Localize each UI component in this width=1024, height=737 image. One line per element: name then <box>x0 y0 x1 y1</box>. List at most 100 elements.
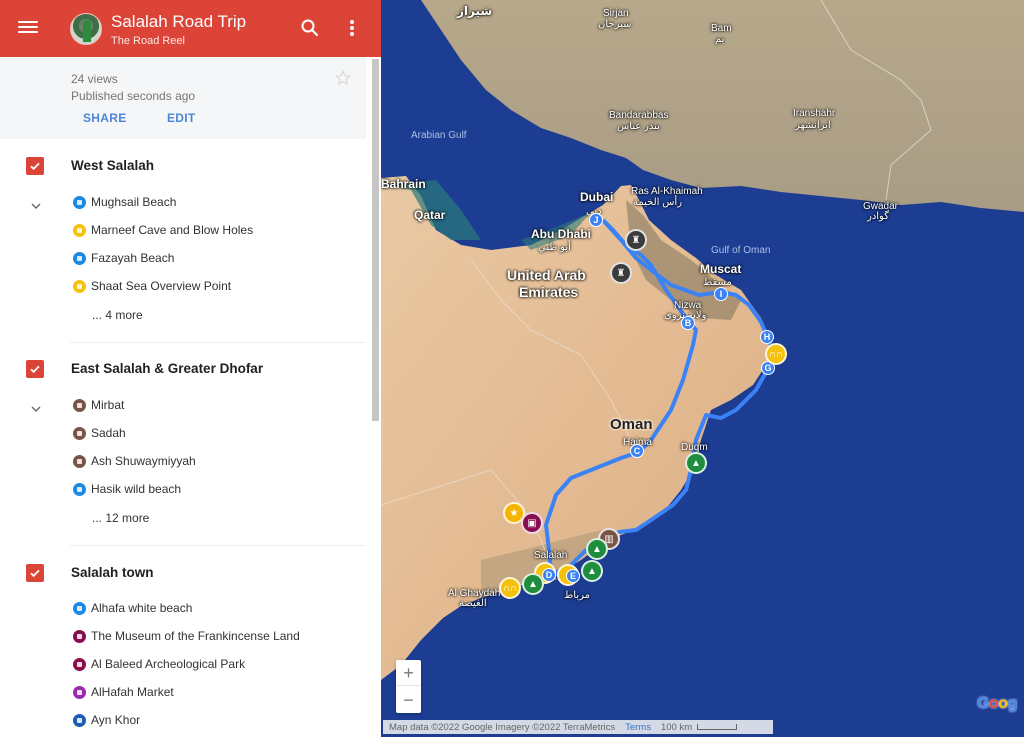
route-marker-h[interactable]: H <box>760 330 774 344</box>
check-icon <box>30 162 40 171</box>
camping-icon: ▲ <box>528 578 538 590</box>
poi-pin-camping[interactable]: ▲ <box>581 560 603 582</box>
chevron-down-icon <box>31 406 41 412</box>
view-count: 24 views <box>71 72 118 86</box>
poi-pin-viewpoint[interactable]: ∩∩ <box>499 577 521 599</box>
map-canvas[interactable]: شيراز Sirjan سيرجان Bam بم Bandarabbas ب… <box>381 0 1024 737</box>
divider <box>70 545 366 546</box>
more-options-button[interactable] <box>340 16 364 40</box>
route-marker-c[interactable]: C <box>630 444 644 458</box>
list-item[interactable]: Marneef Cave and Blow Holes <box>73 220 253 240</box>
list-item[interactable]: AlHafah Market <box>73 682 174 702</box>
layer-title: East Salalah & Greater Dhofar <box>71 361 264 376</box>
city-icon <box>73 426 86 440</box>
waterfall-icon <box>73 713 86 727</box>
more-vert-icon <box>350 20 354 36</box>
museum-icon: ▣ <box>527 517 537 529</box>
beach-icon <box>73 195 86 209</box>
scale-bar[interactable] <box>697 724 738 730</box>
my-maps-app: Salalah Road Trip The Road Reel 24 views… <box>0 0 1024 737</box>
poi-pin-fort[interactable]: ♜ <box>610 262 632 284</box>
star-button[interactable] <box>334 69 352 87</box>
route-marker-j[interactable]: J <box>589 213 603 227</box>
list-item[interactable]: Mirbat <box>73 395 124 415</box>
museum-icon <box>73 657 86 671</box>
zoom-out-button[interactable]: − <box>396 687 421 713</box>
binoculars-icon <box>73 279 86 293</box>
beach-icon <box>73 482 86 496</box>
poi-pin-camping[interactable]: ▲ <box>586 538 608 560</box>
scrollbar-thumb[interactable] <box>372 59 379 421</box>
layer-title: Salalah town <box>71 565 154 580</box>
layer-salalah-town: Salalah town Alhafa white beach The Muse… <box>0 545 366 737</box>
share-button[interactable]: SHARE <box>83 111 127 125</box>
beach-icon <box>73 251 86 265</box>
zoom-in-button[interactable]: + <box>396 660 421 686</box>
city-icon <box>73 454 86 468</box>
map-author[interactable]: The Road Reel <box>111 35 185 47</box>
attribution-text: Map data ©2022 Google Imagery ©2022 Terr… <box>389 721 616 733</box>
map-title: Salalah Road Trip <box>111 12 247 31</box>
route-marker-d-overlay[interactable]: D <box>542 568 556 582</box>
layer-west-salalah: West Salalah Mughsail Beach Marneef Cave… <box>0 139 366 344</box>
google-logo: Goog <box>977 695 1017 712</box>
star-icon: ★ <box>509 507 519 519</box>
check-icon <box>30 569 40 578</box>
list-item[interactable]: Mughsail Beach <box>73 192 176 212</box>
list-item[interactable]: Ash Shuwaymiyyah <box>73 451 196 471</box>
layer-checkbox[interactable] <box>26 157 44 175</box>
layer-checkbox[interactable] <box>26 564 44 582</box>
layer-checkbox[interactable] <box>26 360 44 378</box>
published-status: Published seconds ago <box>71 89 196 103</box>
show-more-link[interactable]: ... 4 more <box>92 308 143 322</box>
collapse-layer-button[interactable] <box>29 402 43 416</box>
list-item[interactable]: Shaat Sea Overview Point <box>73 276 231 296</box>
poi-pin-viewpoint[interactable]: ∩∩ <box>765 343 787 365</box>
scale-label[interactable]: 100 km <box>661 722 692 733</box>
show-more-link[interactable]: ... 12 more <box>92 511 149 525</box>
divider <box>70 342 366 343</box>
legend-scrollbar[interactable] <box>371 57 381 737</box>
satellite-basemap <box>381 0 1024 737</box>
poi-pin-camping[interactable]: ▲ <box>522 573 544 595</box>
list-item[interactable]: Sadah <box>73 423 126 443</box>
terms-link[interactable]: Terms <box>625 722 651 733</box>
map-info: 24 views Published seconds ago SHARE EDI… <box>0 57 366 139</box>
list-item[interactable]: Hasik wild beach <box>73 479 181 499</box>
list-item[interactable]: Al Baleed Archeological Park <box>73 654 245 674</box>
poi-pin-museum[interactable]: ▣ <box>521 512 543 534</box>
camping-icon: ▲ <box>691 457 701 469</box>
binoculars-icon: ∩∩ <box>768 348 784 360</box>
list-item[interactable]: The Museum of the Frankincense Land <box>73 626 300 646</box>
edit-button[interactable]: EDIT <box>167 111 196 125</box>
chevron-down-icon <box>31 203 41 209</box>
poi-pin-camping[interactable]: ▲ <box>685 452 707 474</box>
route-marker-e-overlay[interactable]: E <box>566 569 580 583</box>
map-attribution: Map data ©2022 Google Imagery ©2022 Terr… <box>383 720 773 734</box>
list-item[interactable]: Ayn Khor <box>73 710 140 730</box>
map-legend-panel: Salalah Road Trip The Road Reel 24 views… <box>0 0 381 737</box>
beach-icon <box>73 601 86 615</box>
route-marker-b[interactable]: B <box>681 316 695 330</box>
camping-icon: ▲ <box>587 565 597 577</box>
search-icon <box>301 19 319 37</box>
menu-button[interactable] <box>18 18 38 38</box>
shopping-cart-icon <box>73 685 86 699</box>
menu-icon <box>18 21 38 23</box>
star-icon <box>334 69 352 86</box>
route-marker-i[interactable]: I <box>714 287 728 301</box>
collapse-layer-button[interactable] <box>29 199 43 213</box>
fort-icon: ♜ <box>616 267 626 279</box>
layer-title: West Salalah <box>71 158 155 173</box>
check-icon <box>30 365 40 374</box>
city-icon <box>73 398 86 412</box>
list-item[interactable]: Fazayah Beach <box>73 248 174 268</box>
list-item[interactable]: Alhafa white beach <box>73 598 192 618</box>
layer-east-salalah-greater-dhofar: East Salalah & Greater Dhofar Mirbat Sad… <box>0 342 366 547</box>
zoom-controls: + − <box>396 660 421 713</box>
author-avatar[interactable] <box>70 13 102 45</box>
search-button[interactable] <box>298 16 322 40</box>
binoculars-icon: ∩∩ <box>502 582 518 594</box>
poi-pin-fort[interactable]: ♜ <box>625 229 647 251</box>
museum-icon <box>73 629 86 643</box>
